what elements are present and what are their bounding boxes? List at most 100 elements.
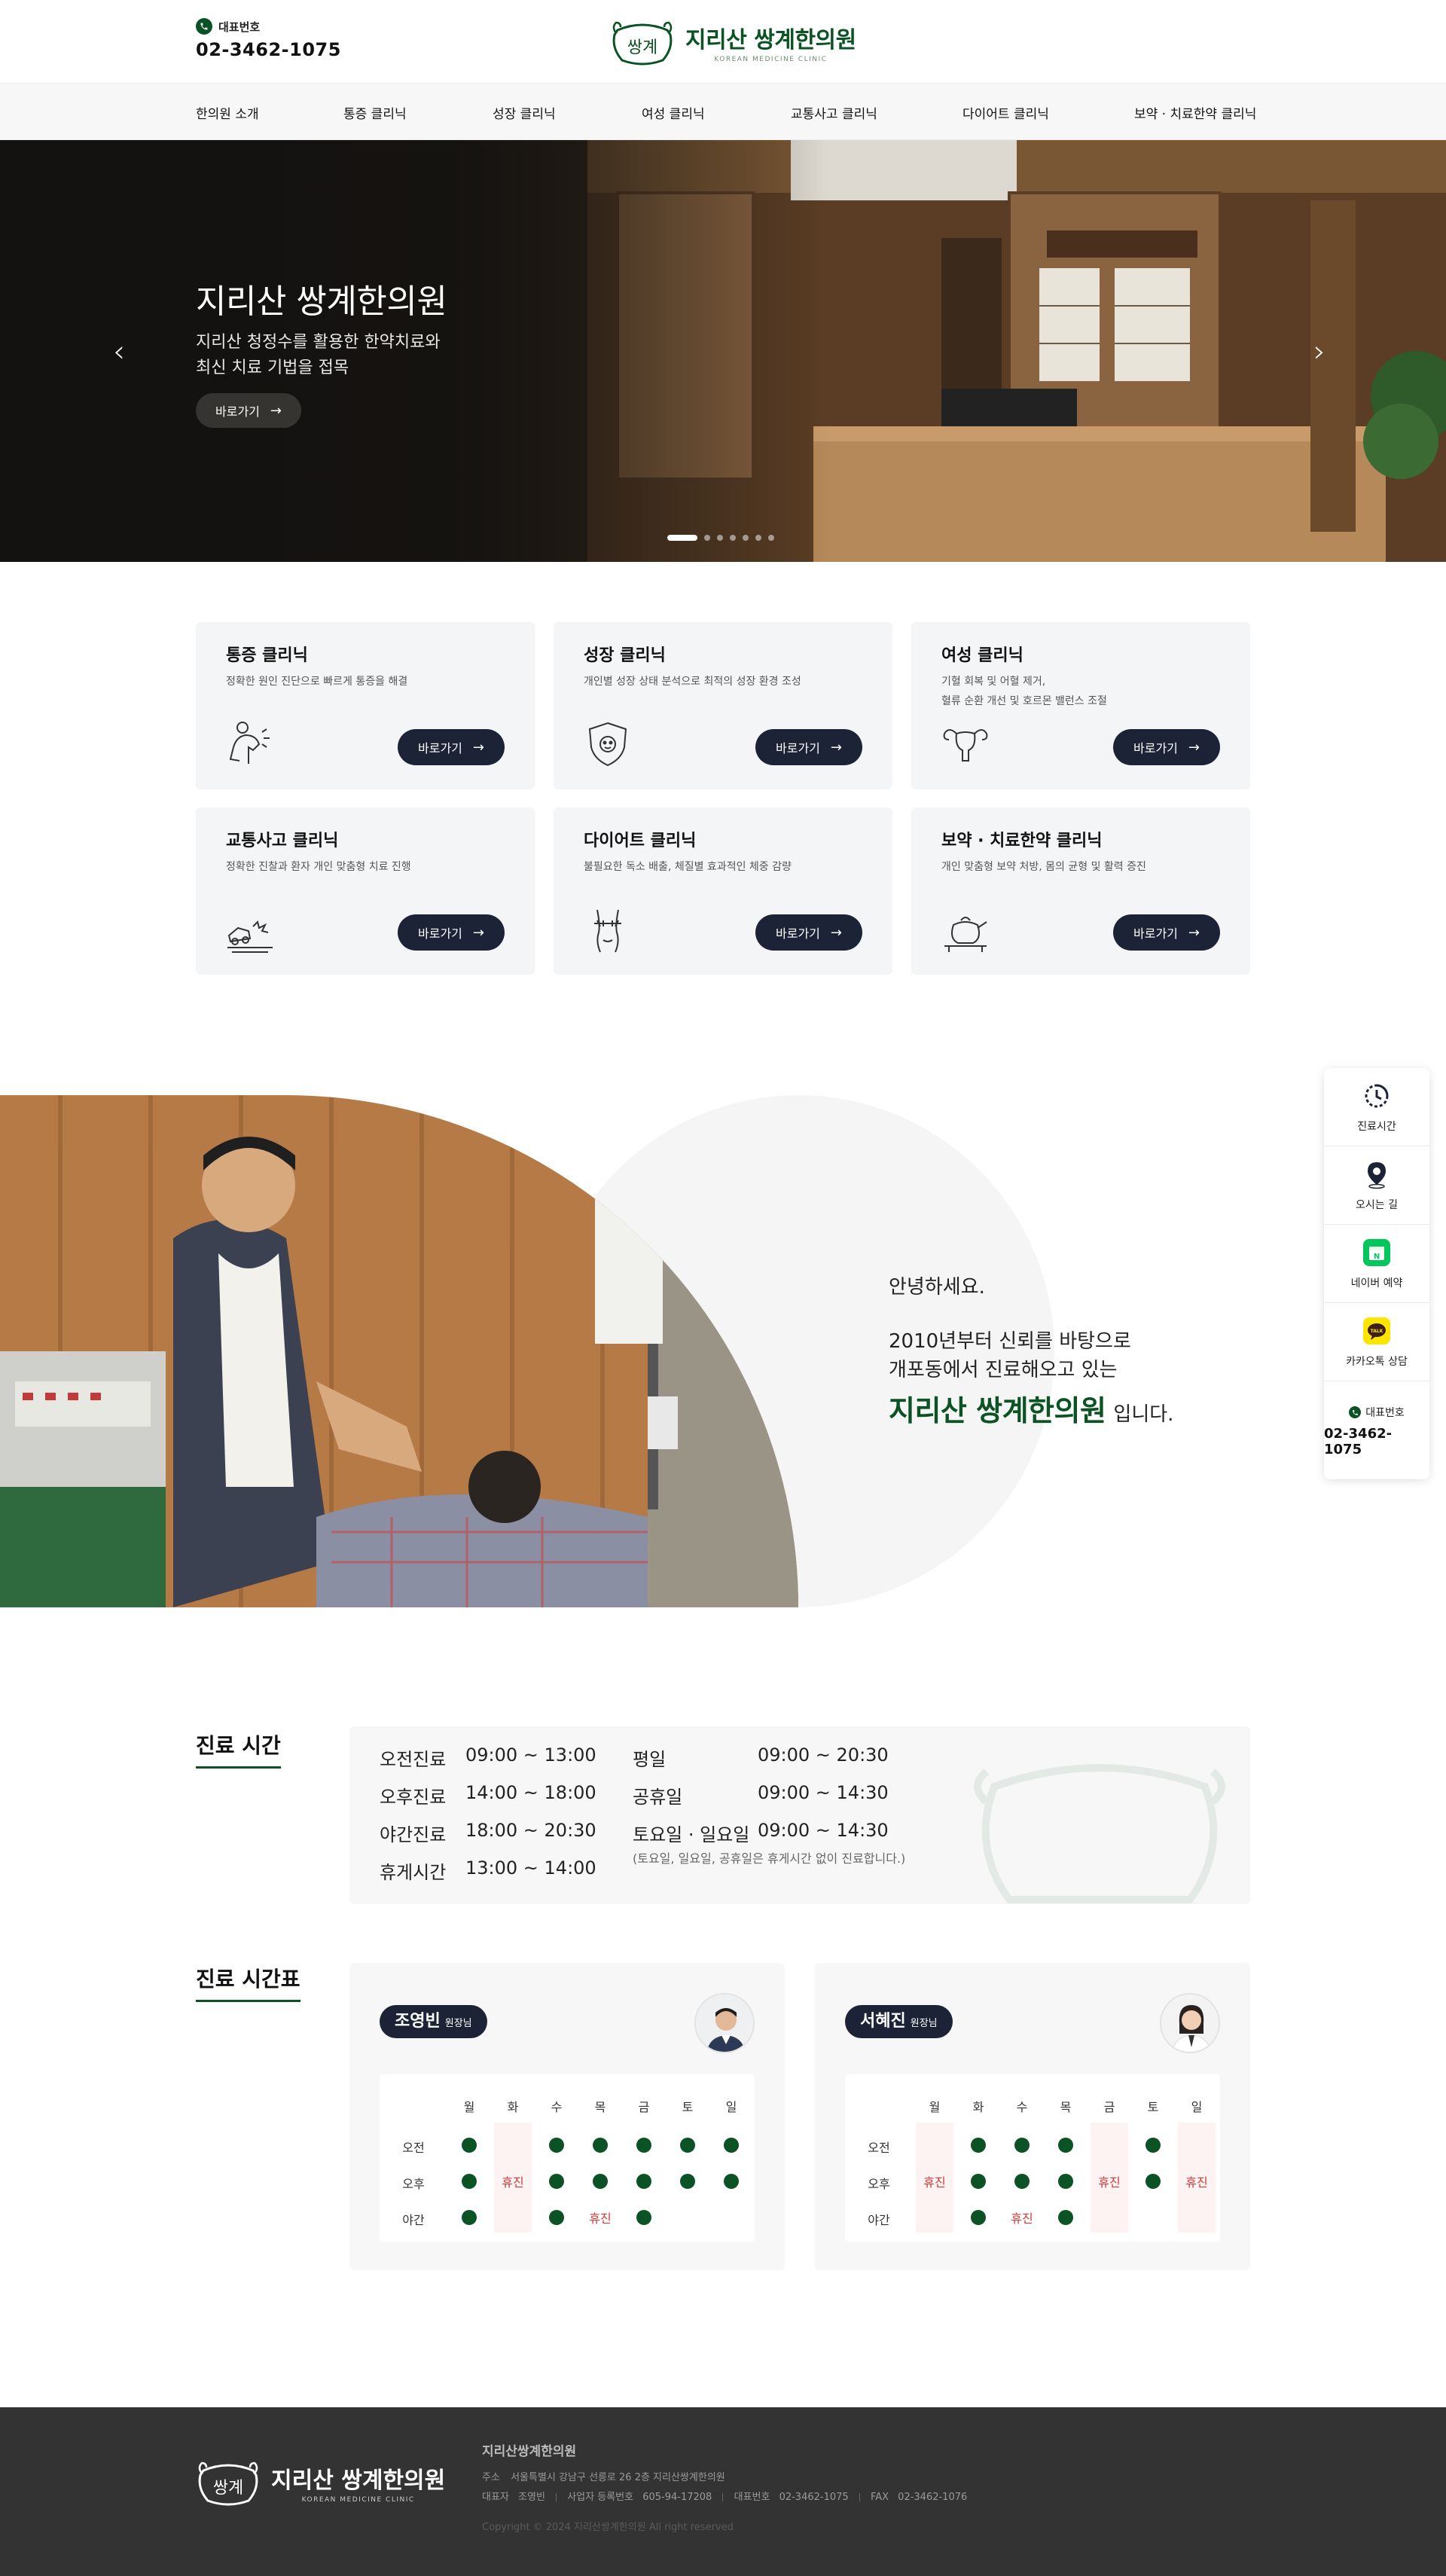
quick-menu-naver-booking[interactable]: N 네이버 예약: [1324, 1225, 1429, 1303]
hours-section-title: 진료 시간: [196, 1729, 281, 1769]
schedule-cell: [622, 2130, 666, 2160]
title-underline: [196, 2000, 300, 2002]
clinic-card-desc-line-1: 불필요한 독소 배출, 체질별 효과적인 체중 감량: [584, 861, 792, 873]
quick-menu-label: 진료시간: [1357, 1120, 1396, 1133]
nav-item-women[interactable]: 여성 클리닉: [642, 103, 705, 122]
nav-item-diet[interactable]: 다이어트 클리닉: [962, 103, 1049, 122]
hero-description: 지리산 청정수를 활용한 한약치료와 최신 치료 기법을 접목: [196, 330, 572, 381]
footer-biz-label: 사업자 등록번호: [567, 2492, 634, 2503]
clinic-card-women[interactable]: 여성 클리닉 기혈 회복 및 어혈 제거, 혈류 순환 개선 및 호르몬 밸런스…: [911, 622, 1250, 789]
clinic-card-button[interactable]: 바로가기 →: [398, 914, 505, 951]
clinic-card-title: 다이어트 클리닉: [584, 832, 697, 850]
open-dot-icon: [680, 2174, 695, 2189]
schedule-cell: [1044, 2202, 1088, 2233]
schedule-cell: [578, 2130, 622, 2160]
clock-icon: [1365, 1084, 1389, 1107]
clinic-card-growth[interactable]: 성장 클리닉 개인별 성장 상태 분석으로 최적의 성장 환경 조성 바로가기 …: [554, 622, 892, 789]
schedule-cell: 휴진: [913, 2166, 956, 2196]
schedule-day-header: 금: [638, 2100, 650, 2114]
schedule-cell: [666, 2202, 709, 2233]
clinic-card-button[interactable]: 바로가기 →: [1113, 729, 1220, 765]
schedule-cell: [447, 2202, 491, 2233]
nav-item-pain[interactable]: 통증 클리닉: [343, 103, 407, 122]
footer-logo[interactable]: 쌍계 지리산 쌍계한의원 KOREAN MEDICINE CLINIC: [196, 2458, 445, 2507]
footer-ceo-label: 대표자: [482, 2492, 509, 2503]
schedule-cell: [709, 2202, 753, 2233]
schedule-table: 월 화 수 목 금 토 일 오전 오후 휴진 휴진 휴진 야간 휴진: [845, 2074, 1220, 2242]
schedule-day-header: 목: [594, 2100, 606, 2114]
schedule-cell: [491, 2202, 535, 2233]
schedule-row-label: 오후: [868, 2177, 890, 2191]
clinic-card-accident[interactable]: 교통사고 클리닉 정확한 진찰과 환자 개인 맞춤형 치료 진행 바로가기 →: [196, 807, 535, 975]
doctor-avatar: [1160, 1993, 1220, 2053]
quick-menu-phone[interactable]: 대표번호 02-3462-1075: [1324, 1383, 1429, 1479]
svg-text:N: N: [1374, 1253, 1380, 1261]
clinic-card-diet[interactable]: 다이어트 클리닉 불필요한 독소 배출, 체질별 효과적인 체중 감량 바로가기…: [554, 807, 892, 975]
schedule-cell: 휴진: [1000, 2202, 1044, 2233]
hours-label: 휴게시간: [380, 1862, 447, 1883]
quick-menu-directions[interactable]: 오시는 길: [1324, 1146, 1429, 1225]
open-dot-icon: [1146, 2138, 1161, 2153]
clinic-card-herbal[interactable]: 보약 · 치료한약 클리닉 개인 맞춤형 보약 처방, 몸의 균형 및 활력 증…: [911, 807, 1250, 975]
growth-icon: [588, 722, 627, 767]
hero-title: 지리산 쌍계한의원: [196, 282, 447, 321]
schedule-day-header: 금: [1103, 2100, 1115, 2114]
schedule-day-header: 일: [725, 2100, 737, 2114]
about-greeting: 안녕하세요.: [889, 1276, 985, 1299]
closed-label: 휴진: [502, 2175, 524, 2190]
schedule-day-header: 수: [1016, 2100, 1028, 2114]
footer-logo-mark-text: 쌍계: [213, 2479, 243, 2498]
clinic-card-button[interactable]: 바로가기 →: [755, 729, 862, 765]
clinic-card-button[interactable]: 바로가기 →: [398, 729, 505, 765]
slider-dot[interactable]: [730, 535, 736, 541]
open-dot-icon: [549, 2210, 564, 2225]
schedule-day-header: 수: [551, 2100, 563, 2114]
nav-item-growth[interactable]: 성장 클리닉: [493, 103, 556, 122]
clinic-card-button[interactable]: 바로가기 →: [755, 914, 862, 951]
hero-cta-button[interactable]: 바로가기 →: [196, 393, 301, 428]
schedule-row-label: 오전: [868, 2141, 890, 2155]
footer-copyright: Copyright © 2024 지리산쌍계한의원 All right rese…: [482, 2522, 734, 2533]
quick-menu-hours[interactable]: 진료시간: [1324, 1068, 1429, 1146]
slider-dot[interactable]: [704, 535, 710, 541]
naver-booking-icon: N: [1363, 1238, 1390, 1266]
site-logo[interactable]: 쌍계 지리산 쌍계한의원 KOREAN MEDICINE CLINIC: [610, 18, 856, 66]
nav-item-accident[interactable]: 교통사고 클리닉: [791, 103, 877, 122]
slider-dot[interactable]: [755, 535, 761, 541]
clinic-card-button[interactable]: 바로가기 →: [1113, 914, 1220, 951]
schedule-cell: [709, 2166, 753, 2196]
hours-label: 오후진료: [380, 1787, 447, 1808]
schedule-title-text: 진료 시간표: [196, 1967, 300, 1992]
schedule-cell: [535, 2202, 578, 2233]
nav-item-herbal[interactable]: 보약 · 치료한약 클리닉: [1134, 103, 1256, 122]
open-dot-icon: [636, 2138, 651, 2153]
quick-menu-kakaotalk[interactable]: TALK 카카오톡 상담: [1324, 1303, 1429, 1381]
schedule-cell: [1131, 2202, 1175, 2233]
nav-item-intro[interactable]: 한의원 소개: [196, 103, 259, 122]
schedule-cell: [956, 2202, 1000, 2233]
slider-prev-icon[interactable]: ‹: [113, 334, 125, 369]
schedule-day-header: 월: [929, 2100, 941, 2114]
schedule-cell: [1044, 2166, 1088, 2196]
clinic-card-title: 보약 · 치료한약 클리닉: [941, 832, 1103, 850]
open-dot-icon: [462, 2138, 477, 2153]
slider-dot[interactable]: [717, 535, 723, 541]
doctor-name: 서혜진: [860, 2012, 906, 2031]
slider-dot[interactable]: [743, 535, 749, 541]
schedule-cell: [622, 2166, 666, 2196]
hours-day-label: 평일: [633, 1749, 667, 1770]
schedule-cell: [913, 2130, 956, 2160]
doctor-avatar: [694, 1993, 755, 2053]
clinic-card-title: 교통사고 클리닉: [226, 832, 339, 850]
slider-dot[interactable]: [768, 535, 774, 541]
slider-dot[interactable]: [667, 535, 697, 541]
clinic-card-desc: 불필요한 독소 배출, 체질별 효과적인 체중 감량: [584, 857, 870, 877]
slider-next-icon[interactable]: ›: [1313, 334, 1326, 369]
schedule-cell: [447, 2166, 491, 2196]
clinic-card-pain[interactable]: 통증 클리닉 정확한 원인 진단으로 빠르게 통증을 해결 바로가기 →: [196, 622, 535, 789]
clinic-card-desc-line-1: 정확한 원인 진단으로 빠르게 통증을 해결: [226, 676, 408, 688]
schedule-row-label: 야간: [402, 2213, 425, 2227]
open-dot-icon: [724, 2138, 739, 2153]
header-phone[interactable]: 대표번호 02-3462-1075: [196, 18, 341, 60]
clinic-card-desc: 개인별 성장 상태 분석으로 최적의 성장 환경 조성: [584, 672, 870, 691]
